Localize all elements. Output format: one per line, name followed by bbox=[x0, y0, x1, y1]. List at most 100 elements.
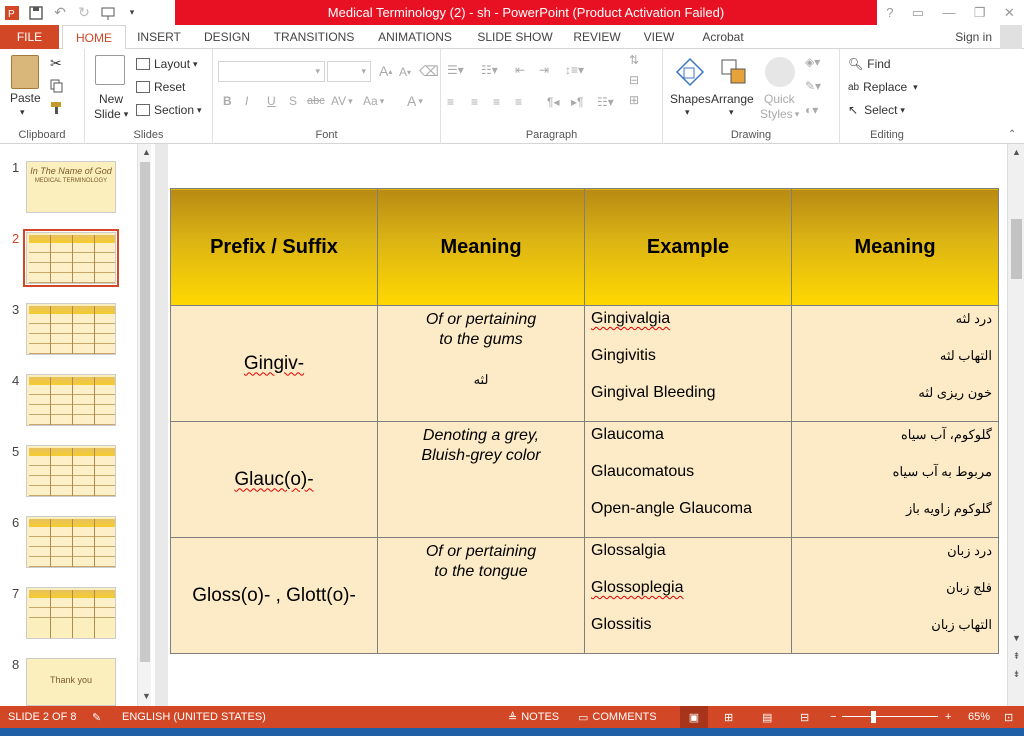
prefix-cell[interactable]: Glauc(o)- bbox=[170, 421, 378, 538]
align-text-icon[interactable]: ⊟ bbox=[629, 73, 639, 87]
align-center-icon[interactable]: ≡ bbox=[471, 95, 478, 109]
tab-insert[interactable]: INSERT bbox=[130, 25, 188, 49]
slideshow-view-icon[interactable]: ⊟ bbox=[800, 706, 809, 728]
shrink-font-icon[interactable]: A ▾ bbox=[399, 65, 411, 79]
slide-thumbnail-1[interactable]: In The Name of God MEDICAL TERMINOLOGY bbox=[26, 161, 116, 213]
header-example[interactable]: Example bbox=[584, 188, 792, 306]
arrange-button[interactable]: Arrange bbox=[711, 92, 754, 106]
clear-formatting-icon[interactable]: ⌫ bbox=[419, 63, 439, 80]
paste-icon[interactable] bbox=[11, 55, 39, 89]
line-spacing-icon[interactable]: ↕≡▾ bbox=[565, 63, 584, 77]
font-color-button[interactable]: A ▾ bbox=[407, 93, 423, 109]
slide-scrollbar[interactable]: ▲ ▼ ⇞ ⇟ bbox=[1007, 144, 1024, 706]
slide-sorter-icon[interactable]: ⊞ bbox=[724, 706, 733, 728]
scroll-down-icon[interactable]: ▼ bbox=[1010, 632, 1023, 644]
format-painter-icon[interactable] bbox=[50, 101, 64, 115]
cut-icon[interactable]: ✂ bbox=[50, 55, 62, 72]
zoom-out-icon[interactable]: − bbox=[830, 706, 836, 728]
tab-review[interactable]: REVIEW bbox=[568, 25, 626, 49]
reset-button[interactable]: Reset bbox=[136, 80, 185, 94]
columns-icon[interactable]: ☷▾ bbox=[597, 95, 614, 109]
rtl-icon[interactable]: ¶◂ bbox=[547, 95, 559, 109]
help-icon[interactable]: ? bbox=[886, 5, 893, 20]
meaning-cell[interactable]: Of or pertaining to the tongue bbox=[377, 537, 585, 654]
copy-icon[interactable] bbox=[50, 79, 64, 93]
section-button[interactable]: Section ▾ bbox=[136, 103, 202, 117]
bullets-icon[interactable]: ☰▾ bbox=[447, 63, 464, 77]
zoom-in-icon[interactable]: + bbox=[945, 706, 951, 728]
paste-button[interactable]: Paste bbox=[10, 91, 41, 105]
grow-font-icon[interactable]: A ▴ bbox=[379, 63, 392, 79]
tab-slide-show[interactable]: SLIDE SHOW bbox=[472, 25, 558, 49]
align-right-icon[interactable]: ≡ bbox=[493, 95, 500, 109]
prefix-cell[interactable]: Gingiv- bbox=[170, 305, 378, 422]
ribbon-display-icon[interactable]: ▭ bbox=[912, 5, 924, 21]
justify-icon[interactable]: ≡ bbox=[515, 95, 522, 109]
translation-cell[interactable]: درد لثه التهاب لثه خون ریزی لثه bbox=[791, 305, 999, 422]
collapse-ribbon-icon[interactable]: ⌃ bbox=[1008, 129, 1016, 140]
header-prefix-suffix[interactable]: Prefix / Suffix bbox=[170, 188, 378, 306]
slide-thumbnail-4[interactable] bbox=[26, 374, 116, 426]
change-case-button[interactable]: Aa ▾ bbox=[363, 94, 384, 108]
tab-file[interactable]: FILE bbox=[0, 25, 59, 49]
increase-indent-icon[interactable]: ⇥ bbox=[539, 63, 549, 77]
save-icon[interactable] bbox=[24, 2, 48, 24]
meaning-cell[interactable]: Of or pertaining to the gums لثه bbox=[377, 305, 585, 422]
minimize-icon[interactable]: — bbox=[942, 5, 955, 20]
layout-button[interactable]: Layout ▾ bbox=[136, 57, 198, 71]
fit-slide-icon[interactable]: ⊡ bbox=[1004, 706, 1013, 728]
slide-thumbnail-5[interactable] bbox=[26, 445, 116, 497]
sign-in-link[interactable]: Sign in bbox=[955, 25, 992, 49]
strikethrough-button[interactable]: abc bbox=[307, 95, 325, 107]
quick-styles-line1[interactable]: Quick bbox=[764, 92, 795, 106]
meaning-cell[interactable]: Denoting a grey, Bluish-grey color bbox=[377, 421, 585, 538]
avatar[interactable] bbox=[1000, 25, 1022, 49]
tab-transitions[interactable]: TRANSITIONS bbox=[266, 25, 362, 49]
header-meaning[interactable]: Meaning bbox=[377, 188, 585, 306]
tab-acrobat[interactable]: Acrobat bbox=[694, 25, 752, 49]
scroll-up-icon[interactable]: ▲ bbox=[1010, 146, 1023, 158]
replace-button[interactable]: ab Replace ▾ bbox=[848, 80, 918, 94]
restore-icon[interactable]: ❐ bbox=[974, 5, 986, 21]
shape-effects-icon[interactable]: ◐▾ bbox=[805, 103, 818, 117]
ltr-icon[interactable]: ▸¶ bbox=[571, 95, 583, 109]
tab-view[interactable]: VIEW bbox=[636, 25, 682, 49]
example-cell[interactable]: Glaucoma Glaucomatous Open-angle Glaucom… bbox=[584, 421, 792, 538]
redo-icon[interactable]: ↻ bbox=[72, 2, 96, 24]
reading-view-icon[interactable]: ▤ bbox=[762, 706, 772, 728]
select-button[interactable]: ↖ Select ▾ bbox=[848, 103, 905, 117]
scrollbar-thumb[interactable] bbox=[140, 162, 150, 662]
font-size-select[interactable]: ▾ bbox=[327, 61, 371, 82]
bold-button[interactable]: B bbox=[223, 94, 232, 108]
quick-styles-button[interactable]: Styles ▾ bbox=[760, 107, 799, 121]
notes-button[interactable]: ≜ NOTES bbox=[508, 706, 559, 728]
shape-outline-icon[interactable]: ✎▾ bbox=[805, 79, 821, 93]
slide-thumbnail-6[interactable] bbox=[26, 516, 116, 568]
new-slide-icon[interactable] bbox=[95, 55, 125, 85]
zoom-slider-handle[interactable] bbox=[871, 711, 876, 723]
slide-canvas[interactable]: Prefix / Suffix Meaning Example Meaning … bbox=[168, 144, 1007, 706]
find-button[interactable]: 🔍︎ Find bbox=[848, 57, 891, 71]
thumbnail-scrollbar[interactable]: ▲ ▼ bbox=[137, 144, 151, 706]
italic-button[interactable]: I bbox=[245, 94, 248, 108]
prefix-cell[interactable]: Gloss(o)- , Glott(o)- bbox=[170, 537, 378, 654]
tab-animations[interactable]: ANIMATIONS bbox=[370, 25, 460, 49]
quick-styles-icon[interactable] bbox=[765, 57, 795, 87]
new-slide-line1[interactable]: New bbox=[99, 92, 123, 106]
font-family-select[interactable]: ▾ bbox=[218, 61, 325, 82]
close-icon[interactable]: ✕ bbox=[1004, 5, 1015, 21]
tab-design[interactable]: DESIGN bbox=[196, 25, 258, 49]
zoom-slider[interactable] bbox=[842, 716, 938, 717]
normal-view-icon[interactable]: ▣ bbox=[680, 706, 708, 728]
slide-thumbnail-2[interactable] bbox=[23, 229, 119, 287]
align-left-icon[interactable]: ≡ bbox=[447, 95, 454, 109]
example-cell[interactable]: Gingivalgia Gingivitis Gingival Bleeding bbox=[584, 305, 792, 422]
header-meaning-fa[interactable]: Meaning bbox=[791, 188, 999, 306]
slide-thumbnail-8[interactable]: Thank you bbox=[26, 658, 116, 706]
comments-button[interactable]: ▭ COMMENTS bbox=[578, 706, 657, 728]
slide-thumbnail-7[interactable] bbox=[26, 587, 116, 639]
powerpoint-logo-icon[interactable]: P bbox=[0, 2, 24, 24]
shadow-button[interactable]: S bbox=[289, 94, 297, 108]
start-slideshow-icon[interactable] bbox=[96, 2, 120, 24]
scrollbar-thumb[interactable] bbox=[1011, 219, 1022, 279]
